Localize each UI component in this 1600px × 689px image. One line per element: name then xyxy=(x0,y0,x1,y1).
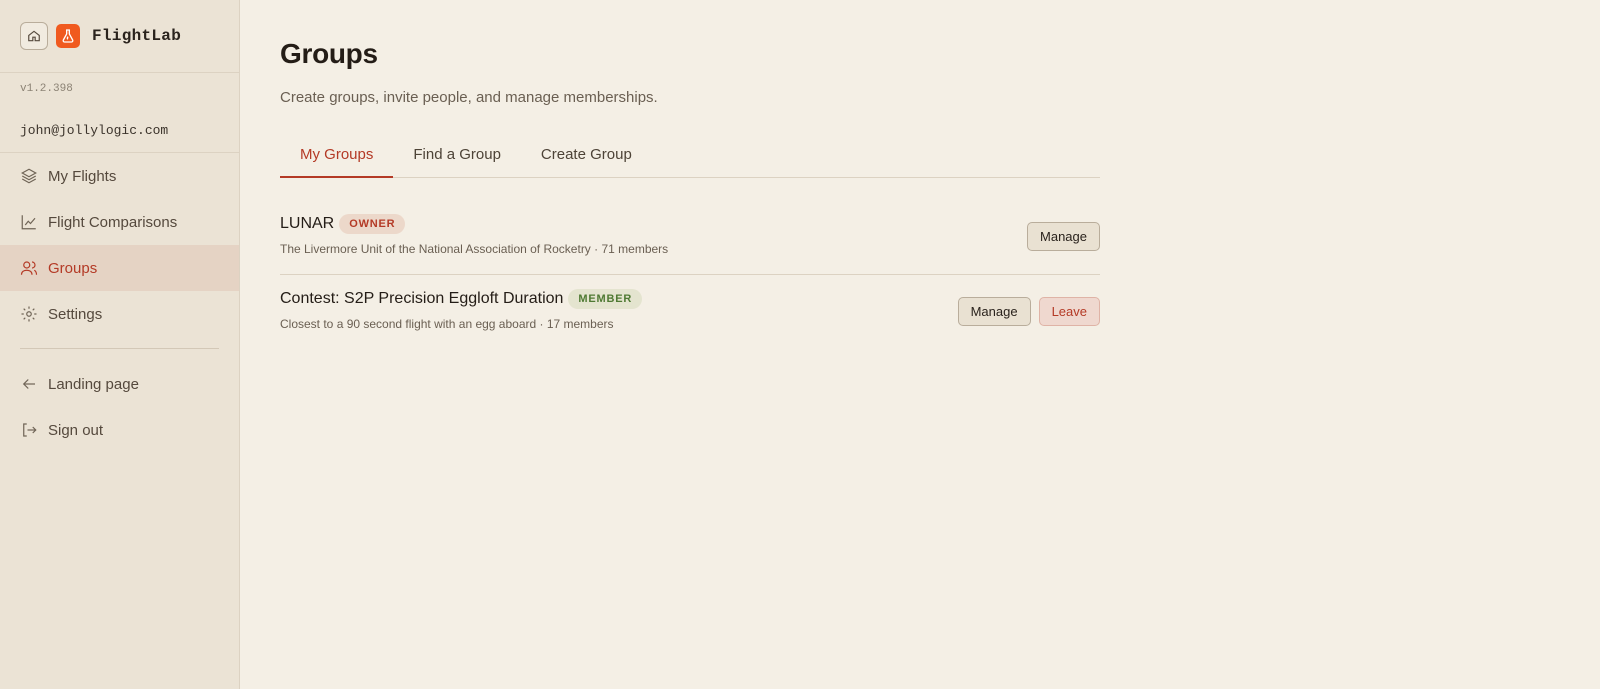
manage-button[interactable]: Manage xyxy=(1027,222,1100,251)
tab-my-groups[interactable]: My Groups xyxy=(280,134,394,178)
sidebar-item-flight-comparisons[interactable]: Flight Comparisons xyxy=(0,199,239,245)
tab-bar: My Groups Find a Group Create Group xyxy=(280,134,1100,178)
brand-header: FlightLab xyxy=(0,0,239,73)
group-name: LUNAR xyxy=(280,215,335,232)
sidebar-item-label: Settings xyxy=(48,305,103,323)
sidebar-item-landing-page[interactable]: Landing page xyxy=(0,361,239,407)
group-actions: Manage Leave xyxy=(957,297,1100,326)
sidebar-item-label: Groups xyxy=(48,259,98,277)
sidebar-item-label: My Flights xyxy=(48,167,117,185)
arrow-left-icon xyxy=(22,379,35,389)
group-header: Contest: S2P Precision Eggloft Duration … xyxy=(280,289,643,309)
group-header: LUNAR OWNER xyxy=(280,214,406,234)
tab-create-group[interactable]: Create Group xyxy=(521,134,652,178)
group-list: LUNAR OWNER The Livermore Unit of the Na… xyxy=(280,200,1100,350)
role-badge: OWNER xyxy=(339,214,406,234)
manage-button[interactable]: Manage xyxy=(957,297,1031,326)
sidebar-item-label: Landing page xyxy=(48,375,139,393)
flightlab-logo[interactable] xyxy=(56,24,80,48)
sidebar-item-groups[interactable]: Groups xyxy=(0,245,239,291)
sidebar-divider xyxy=(20,348,219,349)
group-row: LUNAR OWNER The Livermore Unit of the Na… xyxy=(280,200,1100,275)
page-subtitle: Create groups, invite people, and manage… xyxy=(280,89,658,106)
sign-out-icon xyxy=(23,423,37,437)
user-email: john@jollylogic.com xyxy=(0,113,239,153)
sidebar-item-sign-out[interactable]: Sign out xyxy=(0,407,239,453)
group-actions: Manage xyxy=(1027,222,1100,251)
group-name: Contest: S2P Precision Eggloft Duration xyxy=(280,290,564,307)
tab-find-a-group[interactable]: Find a Group xyxy=(393,134,521,178)
group-description: Closest to a 90 second flight with an eg… xyxy=(280,317,614,331)
sidebar-item-my-flights[interactable]: My Flights xyxy=(0,153,239,199)
gear-icon xyxy=(21,306,37,322)
users-icon xyxy=(20,261,38,275)
main-content: Groups Create groups, invite people, and… xyxy=(240,0,1600,689)
group-description: The Livermore Unit of the National Assoc… xyxy=(280,242,669,256)
group-row: Contest: S2P Precision Eggloft Duration … xyxy=(280,275,1100,350)
leave-button[interactable]: Leave xyxy=(1038,297,1100,326)
app-name: FlightLab xyxy=(92,27,182,45)
page-title: Groups xyxy=(280,38,378,69)
home-icon xyxy=(28,30,40,42)
app-version: v1.2.398 xyxy=(20,83,73,95)
home-button[interactable] xyxy=(20,22,48,50)
role-badge: MEMBER xyxy=(568,289,643,309)
chart-line-icon xyxy=(21,215,36,230)
sidebar-item-settings[interactable]: Settings xyxy=(0,291,239,337)
sidebar-item-label: Sign out xyxy=(48,421,104,439)
flask-flame-icon xyxy=(62,29,74,43)
app-root: FlightLab v1.2.398 john@jollylogic.com M… xyxy=(0,0,1600,689)
sidebar: FlightLab v1.2.398 john@jollylogic.com M… xyxy=(0,0,240,689)
sidebar-item-label: Flight Comparisons xyxy=(48,213,178,231)
layers-icon xyxy=(21,168,37,184)
